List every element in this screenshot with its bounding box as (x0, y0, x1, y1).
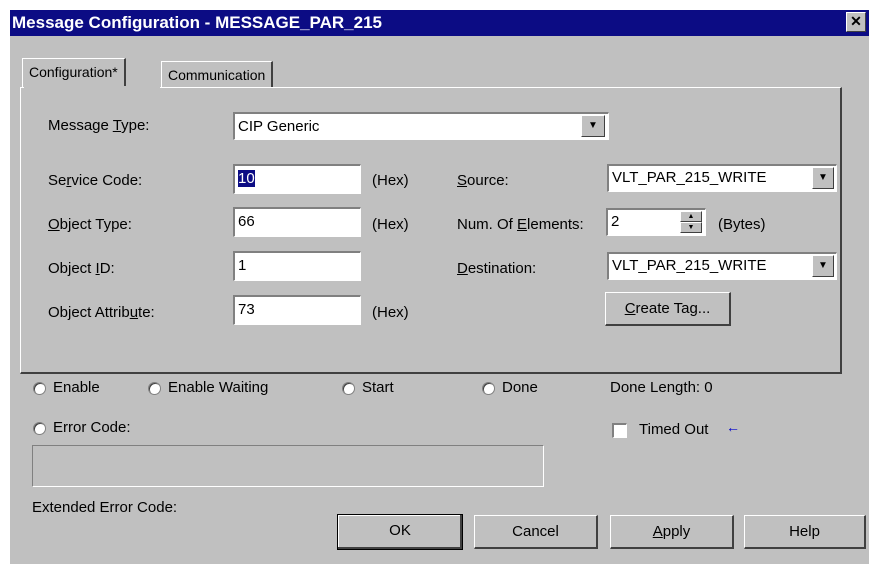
enable-indicator (33, 382, 46, 395)
destination-dropdown-button[interactable]: ▼ (812, 255, 834, 277)
source-value: VLT_PAR_215_WRITE (612, 169, 767, 186)
enable-label: Enable (53, 379, 100, 396)
object-id-input[interactable]: 1 (233, 251, 361, 281)
tab-configuration[interactable]: Configuration* (22, 58, 126, 88)
error-code-label: Error Code: (53, 419, 131, 436)
destination-value: VLT_PAR_215_WRITE (612, 257, 767, 274)
num-elements-value: 2 (611, 213, 620, 230)
extended-error-code-label: Extended Error Code: (32, 499, 178, 516)
cancel-button[interactable]: Cancel (474, 515, 598, 549)
source-label: Source: (457, 172, 509, 189)
service-code-unit: (Hex) (372, 172, 409, 189)
close-button[interactable]: ✕ (846, 12, 866, 32)
tab-communication-label: Communication (168, 67, 266, 83)
num-elements-increment[interactable]: ▲ (680, 211, 702, 222)
chevron-down-icon: ▼ (818, 172, 828, 183)
tab-communication[interactable]: Communication (161, 61, 274, 87)
object-attribute-value: 73 (238, 301, 255, 318)
object-attribute-unit: (Hex) (372, 304, 409, 321)
destination-select[interactable]: VLT_PAR_215_WRITE (607, 252, 837, 280)
ok-button[interactable]: OK (337, 514, 463, 550)
object-id-value: 1 (238, 257, 247, 274)
message-type-select[interactable]: CIP Generic (233, 112, 609, 140)
window-title: Message Configuration - MESSAGE_PAR_215 (12, 13, 382, 32)
enable-waiting-indicator (148, 382, 161, 395)
start-label: Start (362, 379, 394, 396)
num-elements-unit: (Bytes) (718, 216, 766, 233)
message-type-value: CIP Generic (238, 118, 320, 135)
object-attribute-label: Object Attribute: (48, 304, 155, 321)
close-icon: ✕ (850, 13, 862, 29)
spinner-down-icon: ▼ (687, 224, 695, 231)
object-id-label: Object ID: (48, 260, 115, 277)
done-length-value: 0 (704, 379, 713, 396)
source-dropdown-button[interactable]: ▼ (812, 167, 834, 189)
message-type-label: Message Type: (48, 117, 150, 134)
num-elements-decrement[interactable]: ▼ (680, 222, 702, 233)
timed-out-checkbox[interactable] (612, 423, 627, 438)
chevron-down-icon: ▼ (818, 260, 828, 271)
num-elements-label: Num. Of Elements: (457, 216, 584, 233)
service-code-input[interactable]: 10 (233, 164, 361, 194)
object-attribute-input[interactable]: 73 (233, 295, 361, 325)
object-type-input[interactable]: 66 (233, 207, 361, 237)
service-code-label: Service Code: (48, 172, 143, 189)
message-type-dropdown-button[interactable]: ▼ (581, 115, 605, 137)
active-tab-joint (24, 86, 160, 89)
spinner-up-icon: ▲ (687, 213, 695, 220)
done-indicator (482, 382, 495, 395)
error-code-indicator (33, 422, 46, 435)
help-button[interactable]: Help (744, 515, 866, 549)
apply-button[interactable]: Apply (610, 515, 734, 549)
create-tag-button[interactable]: Create Tag... (605, 292, 731, 326)
object-type-label: Object Type: (48, 216, 132, 233)
service-code-value: 10 (238, 170, 255, 187)
error-code-box (32, 445, 544, 487)
chevron-down-icon: ▼ (588, 120, 598, 131)
arrow-left-icon: ← (726, 419, 740, 435)
start-indicator (342, 382, 355, 395)
done-label: Done (502, 379, 538, 396)
done-length-label: Done Length: 0 (610, 379, 713, 396)
object-type-value: 66 (238, 213, 255, 230)
destination-label: Destination: (457, 260, 537, 277)
object-type-unit: (Hex) (372, 216, 409, 233)
source-select[interactable]: VLT_PAR_215_WRITE (607, 164, 837, 192)
timed-out-label: Timed Out (639, 421, 709, 438)
enable-waiting-label: Enable Waiting (168, 379, 269, 396)
tab-configuration-label: Configuration* (29, 64, 118, 80)
